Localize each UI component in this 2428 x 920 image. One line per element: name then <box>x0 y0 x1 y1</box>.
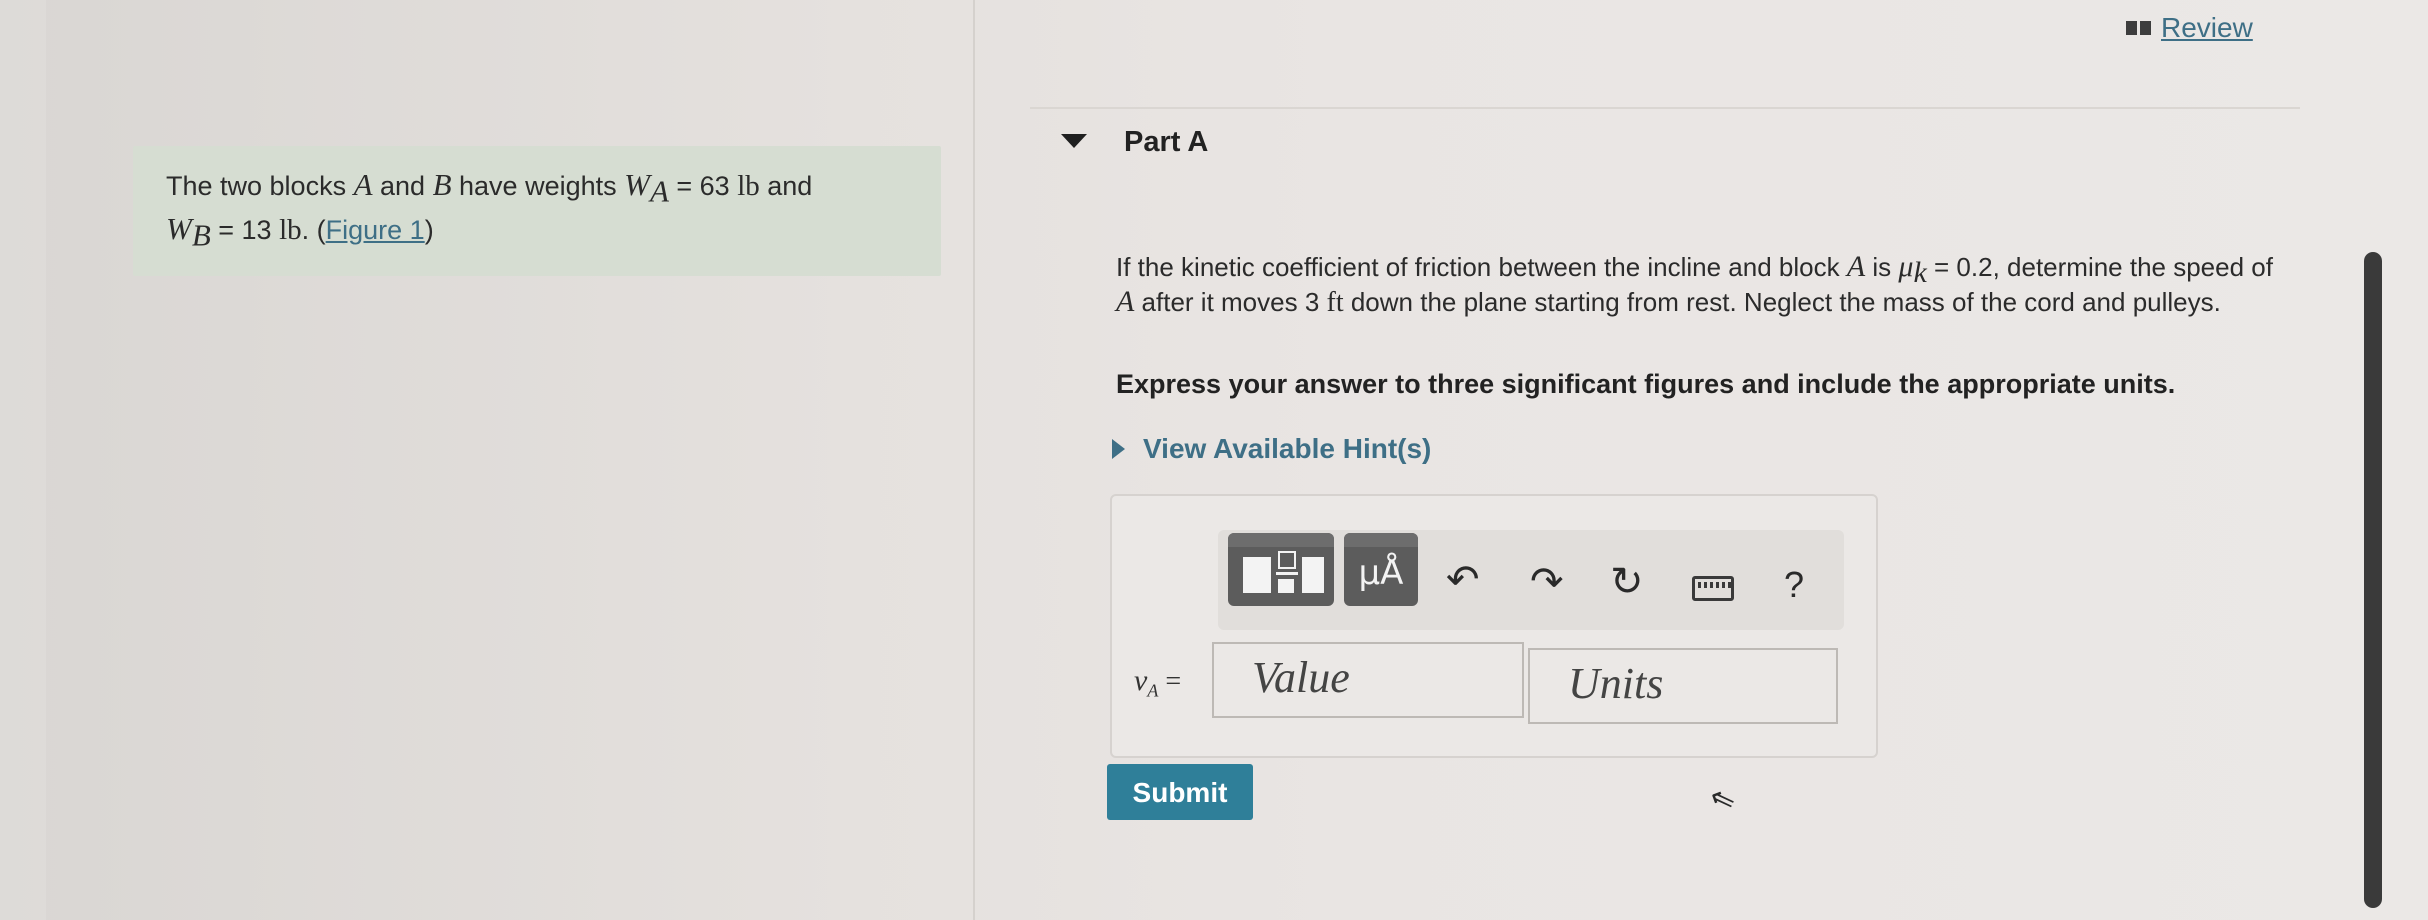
weight-a-value: = 63 <box>668 171 738 201</box>
block-b-symbol: B <box>432 167 452 202</box>
mouse-cursor-icon: ⇖ <box>1705 779 1741 820</box>
mu-symbol: μ <box>1898 250 1914 283</box>
answer-variable-subscript: A <box>1147 680 1159 701</box>
mu-subscript: k <box>1913 256 1927 290</box>
units-button[interactable]: μÅ <box>1344 533 1418 606</box>
weight-b-unit: lb <box>279 214 302 247</box>
question-text: If the kinetic coefficient of friction b… <box>1116 250 2286 319</box>
problem-text-and: and <box>372 171 433 201</box>
undo-icon[interactable]: ↶ <box>1446 560 1480 600</box>
templates-button[interactable] <box>1228 533 1334 606</box>
question-distance-unit: ft <box>1326 287 1344 319</box>
question-part-1: If the kinetic coefficient of friction b… <box>1116 252 1847 282</box>
weight-a-unit: lb <box>737 170 760 202</box>
problem-text-weights: have weights <box>451 171 625 201</box>
part-title[interactable]: Part A <box>1124 126 1208 159</box>
keyboard-icon[interactable] <box>1692 576 1734 601</box>
hint-caret-icon <box>1112 439 1125 459</box>
answer-variable-label: vA = <box>1134 664 1181 702</box>
weight-b-subscript: B <box>191 217 211 253</box>
column-divider <box>973 0 975 920</box>
problem-statement-box: The two blocks A and B have weights WA =… <box>133 146 941 276</box>
value-input[interactable]: Value <box>1212 642 1524 718</box>
block-a-symbol: A <box>353 167 373 202</box>
part-collapse-caret-icon[interactable] <box>1061 134 1087 148</box>
reset-icon[interactable]: ↻ <box>1610 562 1644 602</box>
template-block-icon-2 <box>1302 557 1324 593</box>
template-block-icon <box>1243 557 1271 593</box>
problem-text-period: . ( <box>301 215 326 246</box>
problem-text-close: ) <box>424 215 434 246</box>
units-input[interactable]: Units <box>1528 648 1838 724</box>
answer-instruction: Express your answer to three significant… <box>1116 369 2176 399</box>
section-rule <box>1030 107 2300 109</box>
template-box-icon <box>1278 551 1296 569</box>
units-button-label: μÅ <box>1358 553 1404 593</box>
answer-equals: = <box>1158 666 1182 697</box>
question-block-symbol-2: A <box>1116 285 1135 319</box>
weight-b-value: = 13 <box>210 215 280 246</box>
weight-a-subscript: A <box>649 173 669 209</box>
left-edge <box>0 0 46 920</box>
hint-toggle[interactable]: View Available Hint(s) <box>1112 433 1431 465</box>
submit-button[interactable]: Submit <box>1107 764 1253 820</box>
review-link[interactable]: Review <box>2161 12 2253 44</box>
problem-text-intro: The two blocks <box>166 171 354 201</box>
scrollbar[interactable] <box>2364 252 2382 908</box>
review-icon <box>2126 21 2151 35</box>
question-block-symbol: A <box>1846 250 1866 283</box>
question-part-4: after it moves 3 <box>1134 287 1327 318</box>
figure-link[interactable]: Figure 1 <box>326 215 425 245</box>
weight-b-symbol: W <box>166 211 192 247</box>
help-button[interactable]: ? <box>1784 564 1804 606</box>
problem-statement: The two blocks A and B have weights WA =… <box>166 166 926 255</box>
hint-label[interactable]: View Available Hint(s) <box>1143 433 1431 465</box>
question-part-3: = 0.2, determine the speed of <box>1926 252 2273 282</box>
problem-text-and2: and <box>759 171 813 201</box>
question-part-5: down the plane starting from rest. Negle… <box>1343 287 2221 318</box>
answer-variable-symbol: v <box>1134 664 1148 697</box>
weight-a-symbol: W <box>624 167 650 202</box>
redo-icon[interactable]: ↷ <box>1530 562 1564 602</box>
review-link-group[interactable]: Review <box>2126 12 2253 44</box>
template-denominator-icon <box>1278 579 1294 593</box>
question-part-2: is <box>1865 252 1899 282</box>
template-fraction-bar-icon <box>1276 572 1298 575</box>
